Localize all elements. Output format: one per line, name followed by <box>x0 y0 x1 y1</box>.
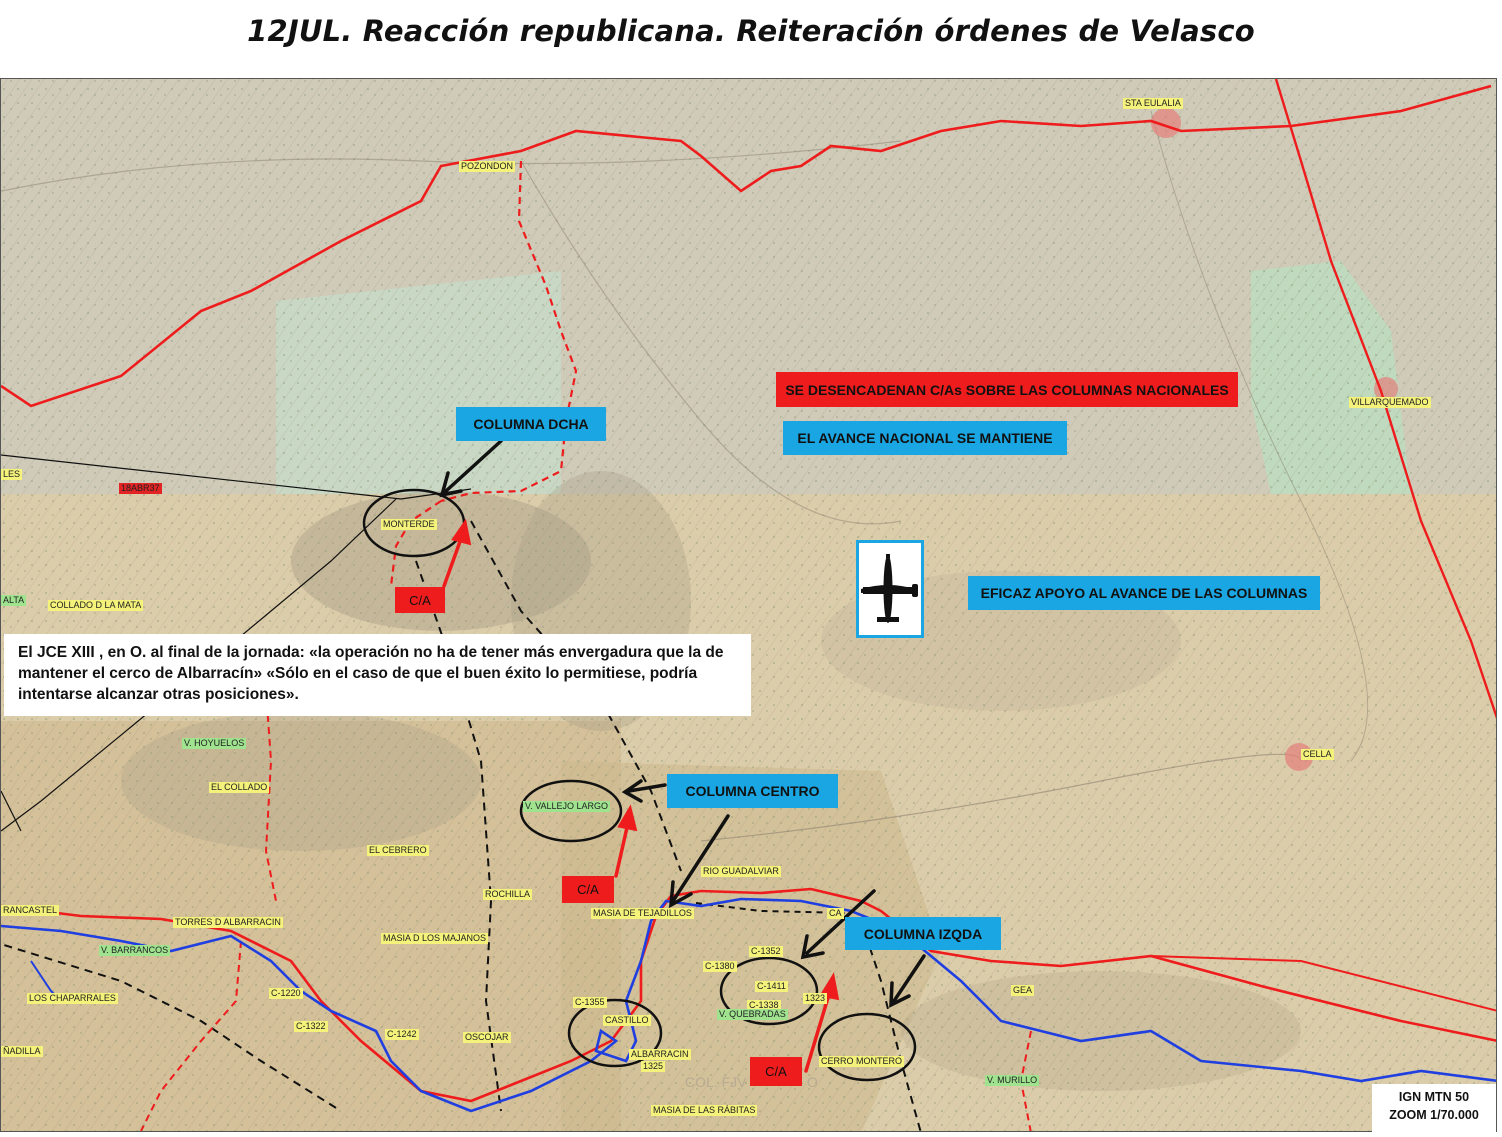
place-date-tag: 18ABR37 <box>119 483 162 494</box>
place-c1242: C-1242 <box>385 1029 419 1040</box>
place-v-vallejo-largo: V. VALLEJO LARGO <box>523 801 611 812</box>
watermark-col-fjv: COL. FJV <box>685 1074 747 1090</box>
scale-box: IGN MTN 50 ZOOM 1/70.000 <box>1372 1084 1496 1132</box>
place-rochilla: ROCHILLA <box>483 889 533 900</box>
place-c1352: C-1352 <box>749 946 783 957</box>
place-sta-eulalia: STA EULALIA <box>1123 98 1183 109</box>
place-c1355: C-1355 <box>573 997 607 1008</box>
place-torres-albarracin: TORRES D ALBARRACIN <box>173 917 283 928</box>
contraataque-label-2: C/A <box>562 876 614 903</box>
columna-centro-label: COLUMNA CENTRO <box>667 774 838 808</box>
place-c1325: 1325 <box>641 1061 666 1072</box>
place-alta: ALTA <box>1 595 27 606</box>
columna-dcha-label: COLUMNA DCHA <box>456 407 606 441</box>
apoyo-label: EFICAZ APOYO AL AVANCE DE LAS COLUMNAS <box>968 576 1320 610</box>
place-v-murillo: V. MURILLO <box>985 1075 1040 1086</box>
aircraft-box <box>856 540 924 638</box>
place-c1323: 1323 <box>803 993 828 1004</box>
place-masia-rabitas: MASIA DE LAS RÁBITAS <box>651 1105 758 1116</box>
place-masia-tejadillos: MASIA DE TEJADILLOS <box>591 908 694 919</box>
columna-izqda-label: COLUMNA IZQDA <box>845 917 1001 950</box>
place-castillo: CASTILLO <box>603 1015 651 1026</box>
place-ca: CA <box>827 908 844 919</box>
place-el-cebrero: EL CEBRERO <box>367 845 429 856</box>
place-chaparrales: LOS CHAPARRALES <box>27 993 118 1004</box>
place-el-collado: EL COLLADO <box>209 782 270 793</box>
place-v-quebradas: V. QUEBRADAS <box>717 1009 788 1020</box>
jce-quote: El JCE XIII , en O. al final de la jorna… <box>4 634 751 716</box>
place-oscojar: OSCOJAR <box>463 1032 511 1043</box>
place-cella: CELLA <box>1301 749 1334 760</box>
desencadenan-label: SE DESENCADENAN C/As SOBRE LAS COLUMNAS … <box>776 372 1238 407</box>
place-monterde: MONTERDE <box>381 519 437 530</box>
place-v-barrancos: V. BARRANCOS <box>99 945 171 956</box>
place-v-hoyuelos: V. HOYUELOS <box>182 738 247 749</box>
place-cerro-montero: CERRO MONTERO <box>819 1056 904 1067</box>
place-masia-majanos: MASIA D LOS MAJANOS <box>381 933 489 944</box>
place-pozondon: POZONDON <box>459 161 516 172</box>
map-title: 12JUL. Reacción republicana. Reiteración… <box>247 14 1255 48</box>
scale-source: IGN MTN 50 <box>1398 1090 1470 1104</box>
place-c1380: C-1380 <box>703 961 737 972</box>
place-collado-mata: COLLADO D LA MATA <box>48 600 144 611</box>
place-albarracin: ALBARRACIN <box>629 1049 691 1060</box>
place-castel: RANCASTEL <box>1 905 60 916</box>
watermark-o: O <box>807 1074 818 1090</box>
aircraft-icon <box>861 554 918 623</box>
place-c1220: C-1220 <box>269 988 303 999</box>
place-les: LES <box>1 469 23 480</box>
place-villarquemado: VILLARQUEMADO <box>1349 397 1431 408</box>
place-nadilla: ÑADILLA <box>1 1046 43 1057</box>
place-gea: GEA <box>1011 985 1035 996</box>
place-c1411: C-1411 <box>755 981 788 992</box>
place-c1322: C-1322 <box>294 1021 328 1032</box>
contraataque-label-3: C/A <box>750 1057 802 1086</box>
scale-zoom: ZOOM 1/70.000 <box>1389 1108 1479 1122</box>
place-rio-guadalviar: RIO GUADALVIAR <box>701 866 781 877</box>
map-canvas[interactable]: STA EULALIA POZONDON VILLARQUEMADO LES 1… <box>0 78 1497 1132</box>
contraataque-label-1: C/A <box>395 587 445 613</box>
avance-mantiene-label: EL AVANCE NACIONAL SE MANTIENE <box>783 421 1067 455</box>
